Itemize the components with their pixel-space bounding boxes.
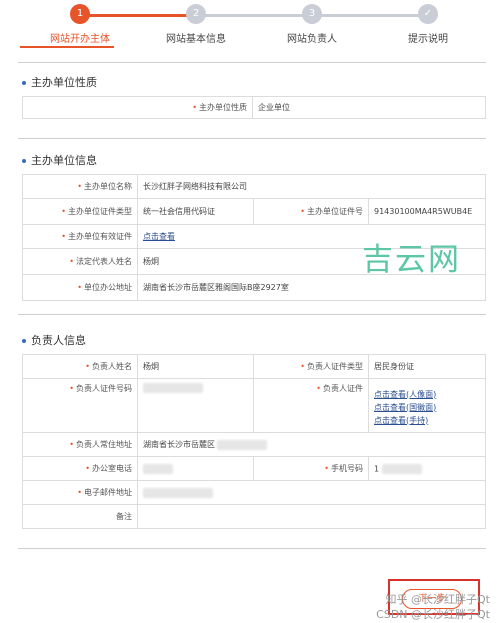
section-title-nature: 主办单位性质 (22, 74, 97, 90)
field-label: • 主办单位名称 (22, 174, 138, 199)
person-cert-type-value: 居民身份证 (368, 354, 486, 379)
view-handheld-link[interactable]: 点击查看(手持) (374, 414, 480, 427)
view-cert-link[interactable]: 点击查看 (143, 232, 175, 241)
active-step-underline (20, 46, 114, 48)
field-label: • 手机号码 (253, 456, 369, 481)
step-number: 1 (70, 4, 90, 24)
nature-table: • 主办单位性质 企业单位 (22, 96, 486, 119)
cert-type-value: 统一社会信用代码证 (137, 198, 254, 225)
field-label: • 负责人姓名 (22, 354, 138, 379)
field-value: 企业单位 (252, 96, 486, 119)
note-value (137, 504, 486, 529)
credit-csdn: CSDN @长沙红胖子Qt (376, 608, 490, 621)
watermark-logo: 吉云网 (362, 242, 461, 278)
section-title-person-info: 负责人信息 (22, 332, 86, 348)
divider (18, 314, 486, 315)
progress-stepper: 1 网站开办主体 2 网站基本信息 3 网站负责人 ✓ 提示说明 (20, 0, 486, 50)
section-title-org-info: 主办单位信息 (22, 152, 97, 168)
bullet-icon (22, 159, 26, 163)
person-address-value: 湖南省长沙市岳麓区 (137, 432, 486, 457)
step-number: 2 (186, 4, 206, 24)
step-label: 网站开办主体 (50, 34, 110, 45)
step-label: 提示说明 (408, 34, 448, 45)
step-3[interactable]: 3 网站负责人 (262, 4, 362, 45)
person-name-value: 杨炯 (137, 354, 254, 379)
field-label: • 主办单位证件号 (253, 198, 369, 225)
step-2[interactable]: 2 网站基本信息 (146, 4, 246, 45)
field-label: • 电子邮件地址 (22, 480, 138, 505)
step-number: 3 (302, 4, 322, 24)
field-label: • 负责人常住地址 (22, 432, 138, 457)
field-label: • 主办单位有效证件 (22, 224, 138, 249)
redacted-value (137, 480, 486, 505)
divider (18, 548, 486, 549)
field-label: • 主办单位证件类型 (22, 198, 138, 225)
field-label: • 主办单位性质 (22, 96, 253, 119)
divider (18, 138, 486, 139)
field-label: • 负责人证件号码 (22, 378, 138, 433)
redacted-value (137, 456, 254, 481)
step-label: 网站负责人 (287, 34, 337, 45)
step-label: 网站基本信息 (166, 34, 226, 45)
mobile-value: 1 (368, 456, 486, 481)
bullet-icon (22, 339, 26, 343)
view-portrait-link[interactable]: 点击查看(人像面) (374, 388, 480, 401)
org-name-value: 长沙红胖子网络科技有限公司 (137, 174, 486, 199)
step-4[interactable]: ✓ 提示说明 (378, 4, 478, 45)
bullet-icon (22, 81, 26, 85)
field-label: • 办公室电话 (22, 456, 138, 481)
step-1[interactable]: 1 网站开办主体 (30, 4, 130, 45)
field-label: • 负责人证件 (253, 378, 369, 433)
person-info-table: • 负责人姓名 杨炯 • 负责人证件类型 居民身份证 • 负责人证件号码 • 负责人证件… (22, 354, 486, 529)
credit-zhihu: 知乎 @长沙红胖子Qt (385, 593, 490, 606)
check-icon: ✓ (418, 4, 438, 24)
field-label: • 法定代表人姓名 (22, 248, 138, 275)
field-label: 备注 (22, 504, 138, 529)
cert-no-value: 91430100MA4R5WUB4E (368, 198, 486, 225)
redacted-value (137, 378, 254, 433)
view-emblem-link[interactable]: 点击查看(国徽面) (374, 401, 480, 414)
field-label: • 单位办公地址 (22, 274, 138, 301)
field-label: • 负责人证件类型 (253, 354, 369, 379)
divider (18, 62, 486, 63)
